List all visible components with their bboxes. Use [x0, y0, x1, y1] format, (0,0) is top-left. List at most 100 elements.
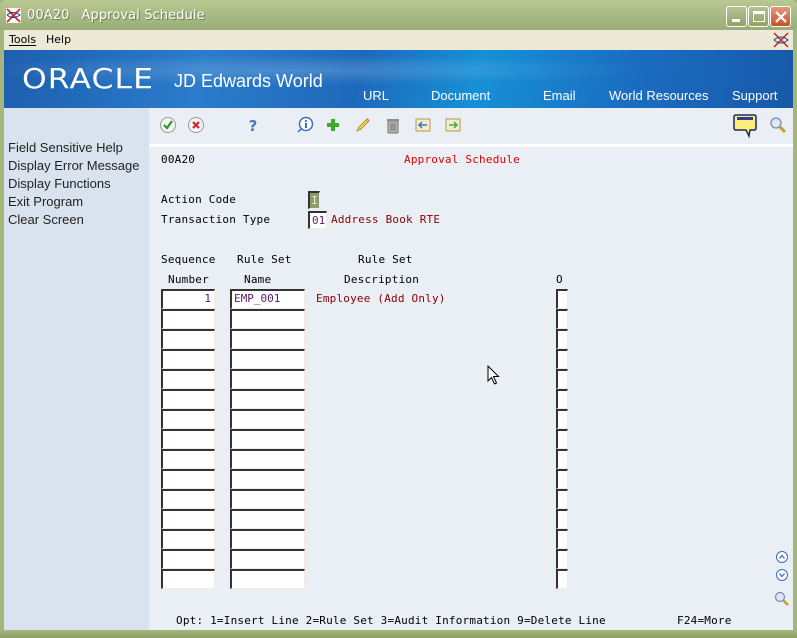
minimize-icon — [732, 19, 740, 22]
title-bar[interactable]: 00A20 Approval Schedule — [0, 0, 797, 30]
banner-link-document[interactable]: Document — [431, 88, 490, 103]
menu-help[interactable]: Help — [46, 33, 71, 46]
rule-set-name-input[interactable] — [230, 569, 305, 589]
cancel-x-icon[interactable] — [187, 116, 205, 134]
sequence-number-input[interactable] — [161, 509, 215, 529]
sequence-number-input[interactable]: 1 — [161, 289, 215, 309]
rule-set-description: Employee (Add Only) — [316, 292, 446, 305]
window-frame-bottom — [0, 630, 797, 638]
option-input[interactable] — [556, 329, 568, 349]
delete-trash-icon[interactable] — [384, 116, 402, 134]
product-name: JD Edwards World — [174, 71, 323, 91]
maximize-button[interactable] — [748, 6, 769, 27]
form-program-code: 00A20 — [161, 153, 196, 166]
sequence-number-input[interactable] — [161, 569, 215, 589]
svg-text:?: ? — [249, 117, 258, 134]
rule-set-name-input[interactable] — [230, 529, 305, 549]
option-input[interactable] — [556, 529, 568, 549]
message-bubble-icon[interactable] — [732, 114, 758, 138]
option-input[interactable] — [556, 289, 568, 309]
sequence-number-input[interactable] — [161, 549, 215, 569]
banner-link-support[interactable]: Support — [732, 88, 778, 103]
option-input[interactable] — [556, 509, 568, 529]
option-input[interactable] — [556, 349, 568, 369]
transaction-type-label: Transaction Type — [161, 213, 271, 226]
option-input[interactable] — [556, 429, 568, 449]
sidebar-item-clear-screen[interactable]: Clear Screen — [8, 212, 84, 227]
col-header-rule-set-desc: Rule Set — [358, 253, 413, 266]
info-icon[interactable] — [296, 116, 314, 134]
next-record-icon[interactable] — [444, 116, 462, 134]
menu-tools[interactable]: Tools — [9, 33, 36, 46]
option-input[interactable] — [556, 369, 568, 389]
rule-set-name-input[interactable] — [230, 469, 305, 489]
oracle-banner: ORACLE JD Edwards World URL Document Ema… — [4, 50, 793, 108]
rule-set-name-input[interactable] — [230, 489, 305, 509]
sequence-number-input[interactable] — [161, 309, 215, 329]
jde-logo-icon — [773, 32, 789, 48]
option-input[interactable] — [556, 449, 568, 469]
footer-options-legend: Opt: 1=Insert Line 2=Rule Set 3=Audit In… — [176, 614, 606, 627]
rule-set-name-input[interactable] — [230, 369, 305, 389]
grid-search-icon[interactable] — [774, 591, 790, 607]
sidebar-item-field-sensitive-help[interactable]: Field Sensitive Help — [8, 140, 123, 155]
add-plus-icon[interactable] — [324, 116, 342, 134]
transaction-type-description: Address Book RTE — [331, 213, 441, 226]
sidebar-item-display-error-message[interactable]: Display Error Message — [8, 158, 140, 173]
option-input[interactable] — [556, 309, 568, 329]
edit-pencil-icon[interactable] — [354, 116, 372, 134]
option-input[interactable] — [556, 549, 568, 569]
rule-set-name-input[interactable] — [230, 429, 305, 449]
sequence-number-input[interactable] — [161, 449, 215, 469]
rule-set-name-input[interactable] — [230, 309, 305, 329]
option-input[interactable] — [556, 469, 568, 489]
scroll-down-icon[interactable] — [775, 568, 789, 582]
footer-more-key[interactable]: F24=More — [677, 614, 732, 627]
col-header-sequence: Sequence — [161, 253, 216, 266]
sidebar-item-display-functions[interactable]: Display Functions — [8, 176, 111, 191]
sequence-number-input[interactable] — [161, 529, 215, 549]
option-input[interactable] — [556, 409, 568, 429]
col-header-rule-set: Rule Set — [237, 253, 292, 266]
close-button[interactable] — [770, 6, 791, 27]
scroll-up-icon[interactable] — [775, 550, 789, 564]
option-input[interactable] — [556, 489, 568, 509]
sequence-number-input[interactable] — [161, 369, 215, 389]
menu-tools-label: Tools — [9, 33, 37, 46]
form-title: Approval Schedule — [404, 153, 520, 166]
sequence-number-input[interactable] — [161, 329, 215, 349]
rule-set-name-input[interactable] — [230, 509, 305, 529]
jde-app-icon — [6, 8, 21, 23]
previous-record-icon[interactable] — [414, 116, 432, 134]
sequence-number-input[interactable] — [161, 489, 215, 509]
sidebar-item-exit-program[interactable]: Exit Program — [8, 194, 83, 209]
action-code-label: Action Code — [161, 193, 237, 206]
sequence-number-input[interactable] — [161, 389, 215, 409]
rule-set-name-input[interactable] — [230, 549, 305, 569]
option-input[interactable] — [556, 569, 568, 589]
function-sidebar: Field Sensitive Help Display Error Messa… — [4, 108, 149, 630]
banner-link-url[interactable]: URL — [363, 88, 389, 103]
search-magnifier-icon[interactable] — [769, 116, 787, 134]
rule-set-name-input[interactable] — [230, 329, 305, 349]
sequence-number-input[interactable] — [161, 409, 215, 429]
rule-set-name-input[interactable] — [230, 349, 305, 369]
rule-set-name-input[interactable] — [230, 449, 305, 469]
help-question-icon[interactable]: ? — [244, 116, 262, 134]
rule-set-name-input[interactable] — [230, 409, 305, 429]
minimize-button[interactable] — [726, 6, 747, 27]
menu-bar: Tools Help — [4, 30, 793, 50]
sequence-number-input[interactable] — [161, 349, 215, 369]
sequence-number-input[interactable] — [161, 429, 215, 449]
rule-set-name-input[interactable] — [230, 389, 305, 409]
oracle-logo: ORACLE — [22, 62, 155, 95]
action-code-input[interactable]: I — [308, 191, 320, 209]
ok-check-icon[interactable] — [159, 116, 177, 134]
transaction-type-input[interactable]: 01 — [308, 211, 327, 229]
banner-link-world-resources[interactable]: World Resources — [609, 88, 708, 103]
rule-set-name-input[interactable]: EMP_001 — [230, 289, 305, 309]
banner-link-email[interactable]: Email — [543, 88, 576, 103]
col-header-description: Description — [344, 273, 420, 286]
sequence-number-input[interactable] — [161, 469, 215, 489]
option-input[interactable] — [556, 389, 568, 409]
